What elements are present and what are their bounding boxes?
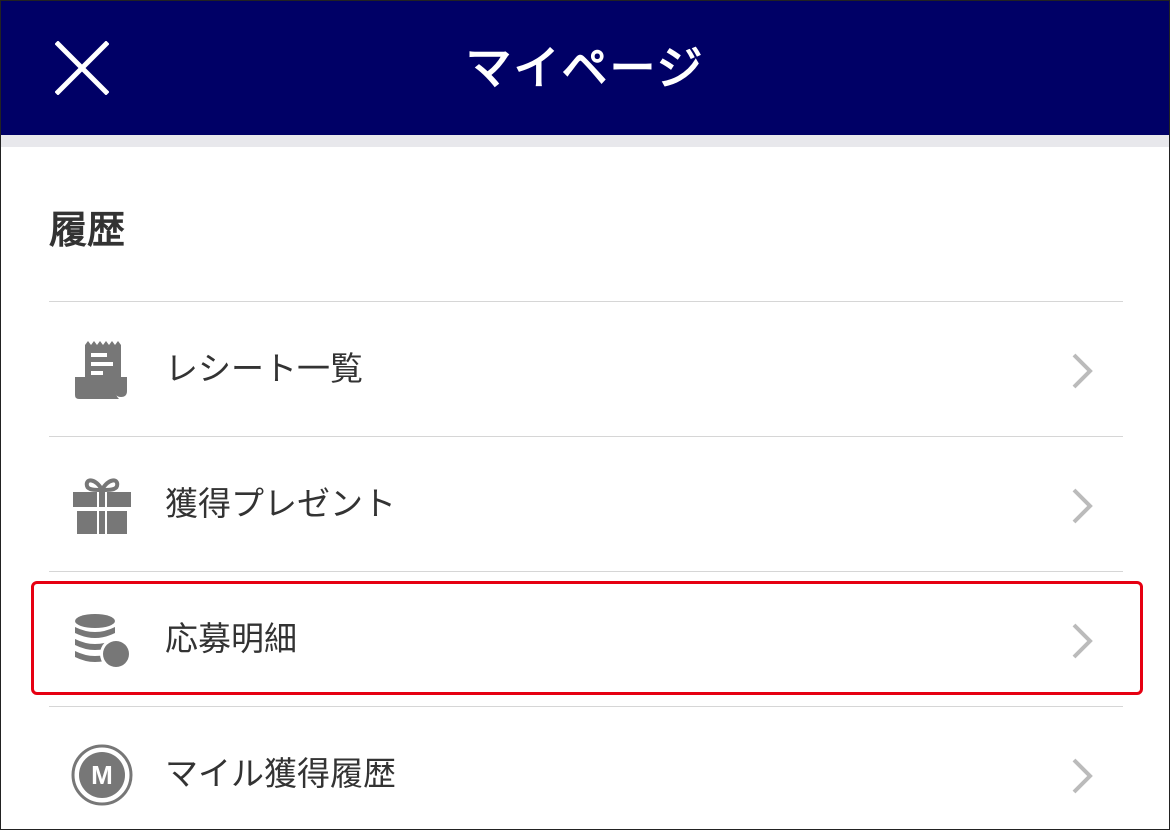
gift-icon [73, 478, 131, 534]
header-bar: マイページ [1, 1, 1169, 135]
history-menu-list: レシート一覧 獲得プレゼント 応募明細 M マイル獲得履歴 [49, 301, 1123, 829]
menu-item-label: レシート一覧 [165, 349, 363, 388]
app-frame: マイページ 履歴 レシート一覧 獲得プレゼント 応募明細 M マイル獲得履歴 [0, 0, 1170, 830]
chevron-right-icon [1072, 488, 1093, 524]
chevron-right-icon [1072, 623, 1093, 659]
menu-item-receipt-list[interactable]: レシート一覧 [49, 301, 1123, 436]
chevron-right-icon [1072, 353, 1093, 389]
receipt-icon [75, 341, 127, 399]
mile-icon-letter: M [91, 760, 113, 790]
menu-item-label: マイル獲得履歴 [165, 754, 396, 793]
menu-item-label: 応募明細 [165, 619, 297, 658]
coins-icon [75, 614, 132, 670]
mile-icon: M [71, 744, 133, 806]
menu-item-application-details[interactable]: 応募明細 [49, 571, 1123, 706]
header-divider [1, 135, 1169, 147]
section-title-history: 履歴 [49, 208, 126, 252]
menu-item-obtained-presents[interactable]: 獲得プレゼント [49, 436, 1123, 571]
menu-item-label: 獲得プレゼント [165, 484, 396, 523]
page-title: マイページ [465, 41, 705, 95]
chevron-right-icon [1072, 758, 1093, 794]
menu-item-mile-history[interactable]: M マイル獲得履歴 [49, 706, 1123, 829]
